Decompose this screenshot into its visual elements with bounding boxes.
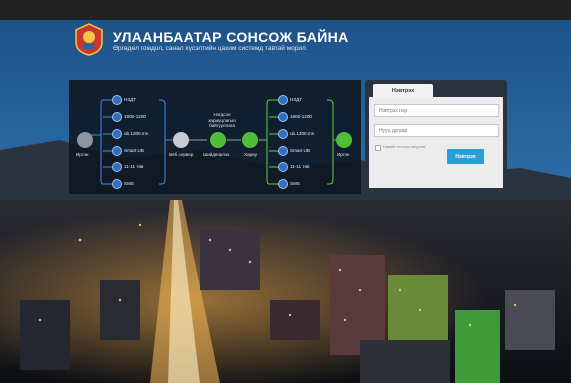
citizen-left-label: Иргэн: [76, 152, 89, 157]
city-emblem-logo: [75, 23, 103, 56]
remember-label: Намайг тогтоож сануулах: [383, 145, 426, 149]
channel-right-web-icon: [278, 129, 288, 139]
channel-left-label: SMS: [124, 181, 134, 186]
flow-label-resolve: Шийдвэрлэх: [203, 152, 230, 157]
citizen-left-icon: [77, 132, 93, 148]
channel-left-label: 11-11 төв: [124, 164, 144, 169]
tab-login[interactable]: Нэвтрэх: [373, 84, 433, 98]
channel-right-label: 11-11 төв: [290, 164, 310, 169]
channel-left-1111-icon: [112, 162, 122, 172]
page-title: УЛААНБААТАР СОНСОЖ БАЙНА: [113, 29, 349, 45]
channel-left-label: Smart UB: [124, 148, 144, 153]
top-bar: [0, 0, 571, 20]
channel-right-sms-icon: [278, 179, 288, 189]
username-input[interactable]: [374, 104, 499, 117]
channel-right-label: ub.1200.mn: [290, 131, 315, 136]
flow-label-server: Веб сервер: [169, 152, 194, 157]
channel-right-phone-icon: [278, 112, 288, 122]
password-input[interactable]: [374, 124, 499, 137]
check-icon: [210, 132, 226, 148]
reply-icon: [242, 132, 258, 148]
channel-left-web-icon: [112, 129, 122, 139]
channel-right-1111-icon: [278, 162, 288, 172]
channel-left-phone-icon: [112, 112, 122, 122]
citizen-right-label: Иргэн: [337, 152, 350, 157]
center-note: Нэгдсэн хариуцлагын байгууллага: [208, 112, 236, 128]
page-subtitle: Өргөдөл гомдол, санал хүсэлтийн цахим си…: [113, 45, 308, 52]
channel-left-sms-icon: [112, 179, 122, 189]
channel-left-nzdt-icon: [112, 95, 122, 105]
channel-right-label: Smart UB: [290, 148, 310, 153]
channel-right-label: 1800-1200: [290, 114, 312, 119]
channel-right-nzdt-icon: [278, 95, 288, 105]
channel-left-label: ub.1200.mn: [124, 131, 149, 136]
login-button[interactable]: Нэвтрэх: [447, 149, 484, 164]
channel-right-label: НЗДТ: [290, 97, 303, 102]
channel-right-smartub-icon: [278, 146, 288, 156]
channel-right-label: SMS: [290, 181, 300, 186]
server-icon: [173, 132, 189, 148]
flow-label-reply: Хариу: [244, 152, 258, 157]
channel-left-smartub-icon: [112, 146, 122, 156]
channel-left-label: НЗДТ: [124, 97, 137, 102]
channel-left-label: 1800-1200: [124, 114, 146, 119]
remember-checkbox[interactable]: [375, 145, 381, 151]
citizen-right-icon: [336, 132, 352, 148]
